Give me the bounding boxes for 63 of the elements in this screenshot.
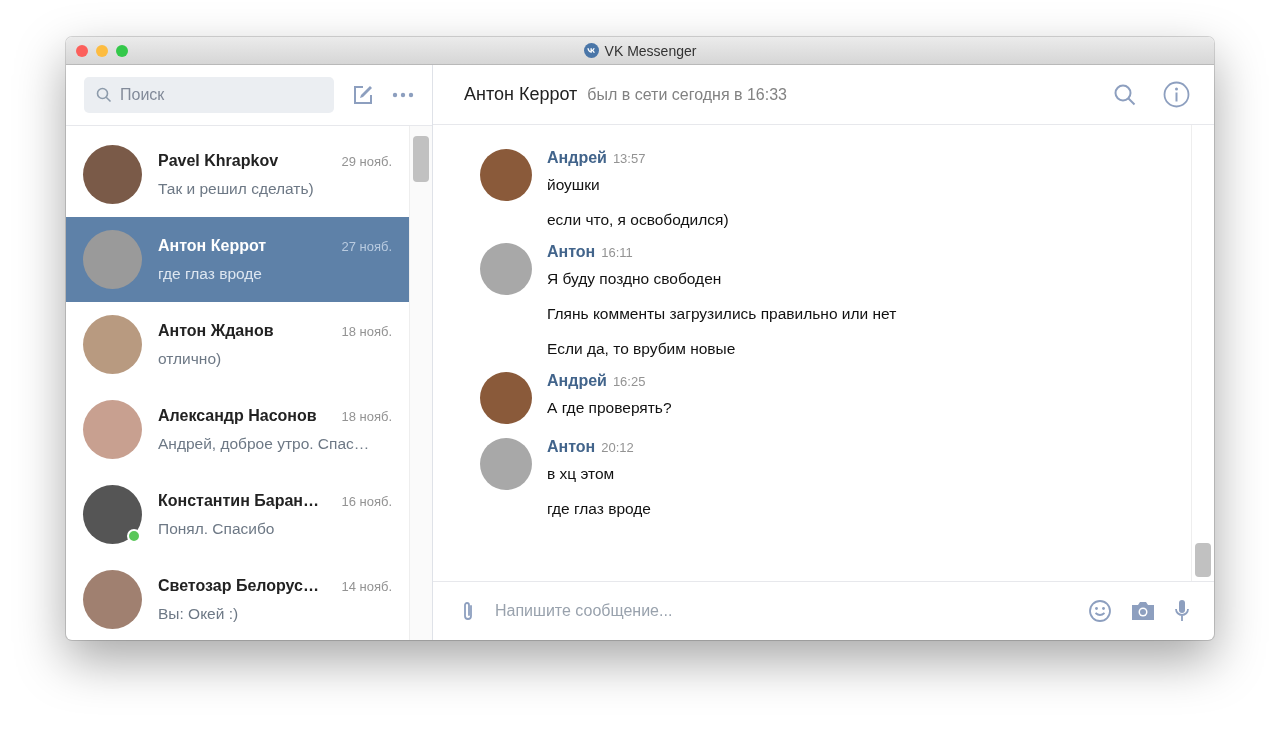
message-text: в хц этом bbox=[547, 465, 616, 483]
message-date: 18 нояб. bbox=[341, 408, 392, 424]
message-date: 18 нояб. bbox=[341, 323, 392, 339]
message-preview: Вы: Окей :) bbox=[158, 604, 240, 623]
camera-icon[interactable] bbox=[1130, 600, 1156, 622]
message-text: йоушки bbox=[547, 176, 601, 194]
message-preview: отлично) bbox=[158, 349, 223, 368]
contact-name: Константин Баран… bbox=[158, 491, 319, 510]
chat-title: Антон Керрот bbox=[464, 84, 578, 105]
contact-name: Антон Керрот bbox=[158, 236, 267, 255]
message-date: 14 нояб. bbox=[341, 578, 392, 594]
message-time: 16:11 bbox=[601, 245, 633, 260]
sender-name[interactable]: Антон bbox=[547, 438, 596, 456]
minimize-button[interactable] bbox=[96, 44, 108, 57]
compose-icon[interactable] bbox=[352, 84, 374, 106]
message-preview: Андрей, доброе утро. Спас… bbox=[158, 434, 371, 453]
info-icon[interactable] bbox=[1163, 81, 1190, 108]
message-text: Если да, то врубим новые bbox=[547, 340, 737, 358]
dialog-item[interactable]: Антон Керрот 27 нояб. где глаз вроде bbox=[66, 217, 409, 302]
message-preview: где глаз вроде bbox=[158, 264, 263, 283]
contact-name: Антон Жданов bbox=[158, 321, 274, 340]
message-text: Глянь комменты загрузились правильно или нет bbox=[547, 305, 897, 323]
close-button[interactable] bbox=[76, 44, 88, 57]
message-preview: Понял. Спасибо bbox=[158, 519, 276, 538]
message-text: где глаз вроде bbox=[547, 500, 651, 518]
search-field[interactable]: Поиск bbox=[84, 77, 334, 113]
message-time: 13:57 bbox=[612, 151, 646, 166]
dialog-item[interactable]: Александр Насонов 18 нояб. Андрей, доброе утро. Спас… bbox=[66, 387, 409, 472]
scrollbar-thumb[interactable] bbox=[413, 136, 429, 182]
last-seen-status: был в сети сегодня в 16:33 bbox=[587, 85, 787, 104]
avatar-photo-placeholder bbox=[480, 149, 532, 201]
message-date: 29 нояб. bbox=[341, 153, 392, 169]
zoom-button[interactable] bbox=[116, 44, 128, 57]
contact-name: Pavel Khrapkov bbox=[158, 151, 279, 170]
window-title: VK Messenger bbox=[604, 42, 697, 59]
smiley-icon[interactable] bbox=[1088, 599, 1112, 623]
contact-name: Александр Насонов bbox=[158, 406, 317, 425]
message-time: 16:25 bbox=[612, 374, 646, 389]
message-input[interactable]: Напишите сообщение... bbox=[493, 601, 1070, 621]
dialog-item[interactable]: Светозар Белорус… 14 нояб. Вы: Окей :) bbox=[66, 557, 409, 640]
paperclip-icon[interactable] bbox=[461, 600, 475, 622]
message-preview: Так и решил сделать) bbox=[158, 179, 315, 198]
more-icon[interactable] bbox=[392, 92, 414, 98]
sender-name[interactable]: Андрей bbox=[547, 149, 607, 167]
dialog-item[interactable]: Pavel Khrapkov 29 нояб. Так и решил сделать) bbox=[66, 132, 409, 217]
app-logo-icon bbox=[583, 43, 599, 58]
avatar-photo-placeholder bbox=[480, 243, 532, 295]
message-text: А где проверять? bbox=[547, 399, 672, 417]
message-time: 20:12 bbox=[601, 440, 634, 455]
microphone-icon[interactable] bbox=[1174, 599, 1190, 623]
message-date: 27 нояб. bbox=[341, 238, 392, 254]
dialog-item[interactable]: Антон Жданов 18 нояб. отлично) bbox=[66, 302, 409, 387]
dialog-item[interactable]: Константин Баран… 16 нояб. Понял. Спасибо bbox=[66, 472, 409, 557]
contact-name: Светозар Белорус… bbox=[158, 576, 319, 595]
message-text: Я буду поздно свободен bbox=[547, 270, 723, 288]
message-date: 16 нояб. bbox=[341, 493, 392, 509]
search-icon[interactable] bbox=[1113, 82, 1137, 107]
message-text: если что, я освободился) bbox=[547, 211, 729, 229]
scrollbar-thumb[interactable] bbox=[1195, 543, 1211, 577]
sender-name[interactable]: Антон bbox=[547, 243, 596, 261]
sender-name[interactable]: Андрей bbox=[547, 372, 607, 390]
avatar-photo-placeholder bbox=[480, 372, 532, 424]
avatar-photo-placeholder bbox=[480, 438, 532, 490]
